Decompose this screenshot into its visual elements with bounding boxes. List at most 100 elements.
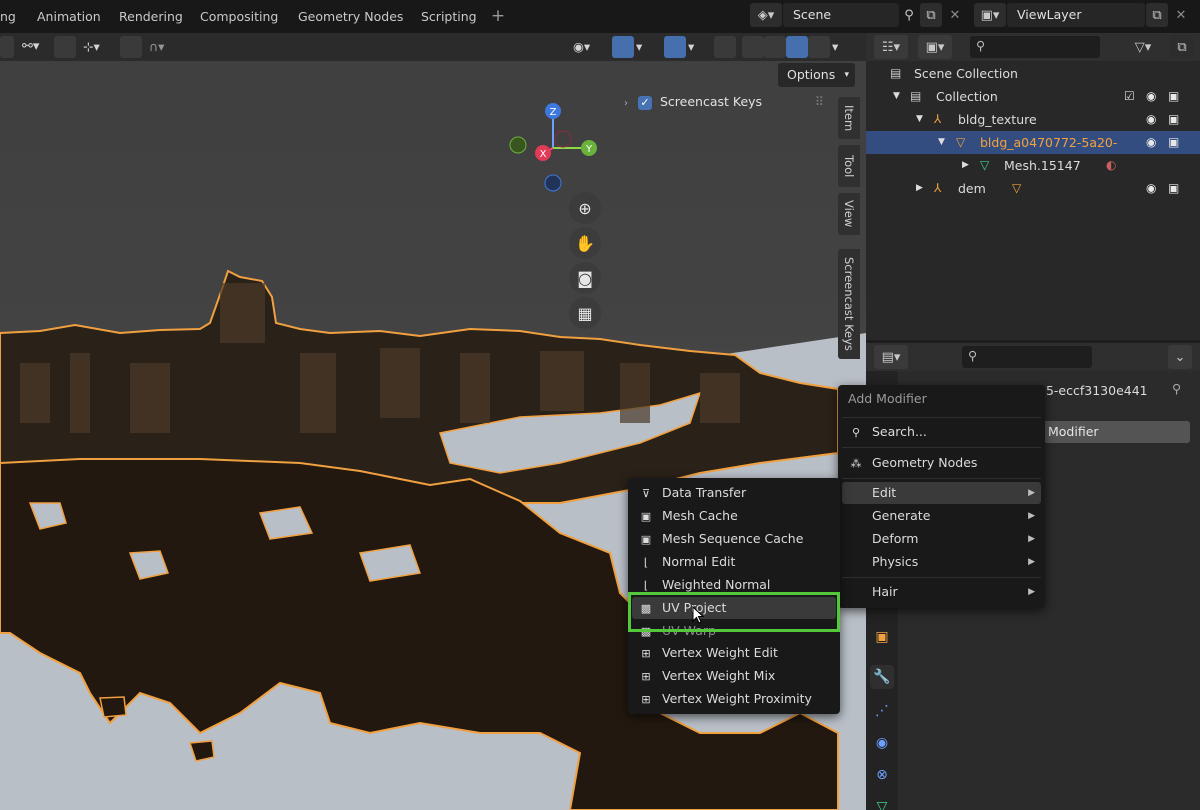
object-properties-icon[interactable]: ▣ xyxy=(870,625,894,649)
modifier-wrench-icon[interactable]: 🔧 xyxy=(870,665,894,689)
close-view-layer-icon[interactable]: ✕ xyxy=(1170,3,1192,27)
screencast-keys-checkbox[interactable]: ✓ xyxy=(637,95,652,110)
xray-toggle-icon[interactable] xyxy=(714,36,736,58)
shading-dropdown-icon[interactable]: ▾ xyxy=(832,36,850,58)
pin-icon[interactable]: ⚲ xyxy=(898,3,920,27)
filter-icon[interactable]: ▽▾ xyxy=(1126,35,1160,59)
menu-item-vertex-weight-proximity[interactable]: ⊞ Vertex Weight Proximity xyxy=(632,688,836,710)
vertex-weight-icon: ⊞ xyxy=(641,669,651,683)
gizmo-y-label: Y xyxy=(585,144,593,155)
scene-selector-icon[interactable]: ◈▾ xyxy=(750,3,782,27)
object-name-field[interactable]: .5-eccf3130e441 xyxy=(1042,383,1148,398)
tab-scripting[interactable]: Scripting xyxy=(421,0,477,33)
tab-item[interactable]: Item xyxy=(838,97,860,139)
overlay-dropdown-icon[interactable]: ▾ xyxy=(688,36,706,58)
display-mode-icon[interactable]: ▣▾ xyxy=(918,35,952,59)
physics-icon[interactable]: ◉ xyxy=(870,731,894,755)
gizmo-dropdown-icon[interactable]: ▾ xyxy=(636,36,654,58)
menu-item-vertex-weight-edit[interactable]: ⊞ Vertex Weight Edit xyxy=(632,642,836,664)
menu-item-mesh-cache[interactable]: ▣ Mesh Cache xyxy=(632,505,836,527)
tab-tool[interactable]: Tool xyxy=(838,145,860,187)
menu-item-vertex-weight-mix[interactable]: ⊞ Vertex Weight Mix xyxy=(632,665,836,687)
editor-type-icon[interactable]: ▤▾ xyxy=(874,345,908,369)
outliner-row-mesh-data[interactable]: ▶ ▽ Mesh.15147 ◐ xyxy=(866,154,1200,177)
new-collection-icon[interactable]: ⧉ xyxy=(1170,35,1194,59)
expand-arrow-icon[interactable]: ▼ xyxy=(916,108,923,131)
menu-search[interactable]: ⚲ Search... xyxy=(842,421,1041,443)
new-scene-icon[interactable]: ⧉ xyxy=(920,3,942,27)
eye-icon[interactable]: ◉ xyxy=(1146,177,1156,200)
outliner-search-input[interactable]: ⚲ xyxy=(970,36,1100,58)
overlay-toggle-icon[interactable] xyxy=(664,36,686,58)
view-layer-field[interactable]: ViewLayer xyxy=(1007,3,1145,27)
expand-arrow-icon[interactable]: ▶ xyxy=(916,177,923,200)
scene-name-field[interactable]: Scene xyxy=(783,3,899,27)
outliner-row-bldg-texture[interactable]: ▼ ⅄ bldg_texture ◉ ▣ xyxy=(866,108,1200,131)
constraints-icon[interactable]: ⊗ xyxy=(870,763,894,787)
menu-item-normal-edit[interactable]: ⌊ Normal Edit xyxy=(632,551,836,573)
new-view-layer-icon[interactable]: ⧉ xyxy=(1146,3,1168,27)
transform-orientation-icon[interactable]: ⚯▾ xyxy=(18,36,48,58)
rendered-shading-icon[interactable] xyxy=(808,36,830,58)
tab-compositing[interactable]: Compositing xyxy=(200,0,278,33)
particles-icon[interactable]: ⋰ xyxy=(870,699,894,723)
view-layer-selector-icon[interactable]: ▣▾ xyxy=(974,3,1006,27)
tab-geometry-nodes[interactable]: Geometry Nodes xyxy=(298,0,403,33)
menu-item-edit[interactable]: Edit ▶ xyxy=(842,482,1041,504)
add-modifier-button[interactable]: Modifier xyxy=(1040,421,1190,443)
tab-animation[interactable]: Animation xyxy=(37,0,101,33)
add-workspace-button[interactable]: + xyxy=(488,4,508,28)
menu-item-physics[interactable]: Physics ▶ xyxy=(842,551,1041,573)
menu-item-geometry-nodes[interactable]: ⁂ Geometry Nodes xyxy=(842,452,1041,474)
menu-item-hair[interactable]: Hair ▶ xyxy=(842,581,1041,603)
camera-icon[interactable]: ▣ xyxy=(1168,131,1179,154)
menu-item-deform[interactable]: Deform ▶ xyxy=(842,528,1041,550)
material-preview-shading-icon[interactable] xyxy=(786,36,808,58)
menu-item-generate[interactable]: Generate ▶ xyxy=(842,505,1041,527)
wireframe-shading-icon[interactable] xyxy=(742,36,764,58)
solid-shading-icon[interactable] xyxy=(764,36,786,58)
gizmo-toggle-icon[interactable] xyxy=(612,36,634,58)
screencast-keys-panel[interactable]: › ✓ Screencast Keys ⠿ xyxy=(624,94,834,118)
camera-icon[interactable]: ▣ xyxy=(1168,108,1179,131)
drag-handle-icon[interactable]: ⠿ xyxy=(815,94,824,109)
camera-icon[interactable]: ▣ xyxy=(1168,177,1179,200)
pan-hand-icon[interactable]: ✋ xyxy=(569,227,601,259)
expand-arrow-icon[interactable]: ▼ xyxy=(938,131,945,154)
gizmo-z-label: Z xyxy=(550,107,557,118)
outliner-row-collection[interactable]: ▼ ▤ Collection ☑ ◉ ▣ xyxy=(866,85,1200,108)
include-checkbox-icon[interactable]: ☑ xyxy=(1124,85,1135,108)
editor-type-icon[interactable]: ☷▾ xyxy=(874,35,908,59)
tab-rendering[interactable]: Rendering xyxy=(119,0,183,33)
expand-arrow-icon[interactable]: ▶ xyxy=(962,154,969,177)
eye-icon[interactable]: ◉ xyxy=(1146,131,1156,154)
pin-icon[interactable]: ⚲ xyxy=(1172,381,1181,396)
zoom-icon[interactable]: ⊕ xyxy=(569,192,601,224)
camera-icon[interactable]: ◙ xyxy=(569,262,601,294)
tab-view[interactable]: View xyxy=(838,193,860,235)
falloff-icon[interactable]: ∩▾ xyxy=(146,36,174,58)
collapse-chevron-icon[interactable]: ⌄ xyxy=(1168,345,1192,369)
perspective-grid-icon[interactable]: ▦ xyxy=(569,297,601,329)
close-scene-icon[interactable]: ✕ xyxy=(944,3,966,27)
menu-item-mesh-sequence-cache[interactable]: ▣ Mesh Sequence Cache xyxy=(632,528,836,550)
expand-arrow-icon[interactable]: ▼ xyxy=(893,85,900,108)
camera-icon[interactable]: ▣ xyxy=(1168,85,1179,108)
tab-layout[interactable]: ng xyxy=(0,0,16,33)
mesh-data-icon[interactable]: ▽ xyxy=(870,795,894,810)
outliner-row-dem[interactable]: ▶ ⅄ dem ▽ ◉ ▣ xyxy=(866,177,1200,200)
eye-icon[interactable]: ◉ xyxy=(1146,108,1156,131)
snap-target-icon[interactable]: ⊹▾ xyxy=(80,36,108,58)
eye-icon[interactable]: ◉ xyxy=(1146,85,1156,108)
proportional-editing-icon[interactable] xyxy=(120,36,142,58)
outliner-row-scene-collection[interactable]: ▤ Scene Collection xyxy=(866,62,1200,85)
transform-pivot-icon[interactable] xyxy=(0,36,14,58)
properties-search-input[interactable]: ⚲ xyxy=(962,346,1092,368)
snap-icon[interactable] xyxy=(54,36,76,58)
options-dropdown[interactable]: Options ▾ xyxy=(778,63,855,87)
outliner-row-bldg-object[interactable]: ▼ ▽ bldg_a0470772-5a20- ◉ ▣ xyxy=(866,131,1200,154)
tab-screencast-keys[interactable]: Screencast Keys xyxy=(838,249,860,359)
expand-arrow-icon[interactable]: › xyxy=(624,98,628,109)
menu-item-data-transfer[interactable]: ⊽ Data Transfer xyxy=(632,482,836,504)
visibility-icon[interactable]: ◉▾ xyxy=(570,36,604,58)
